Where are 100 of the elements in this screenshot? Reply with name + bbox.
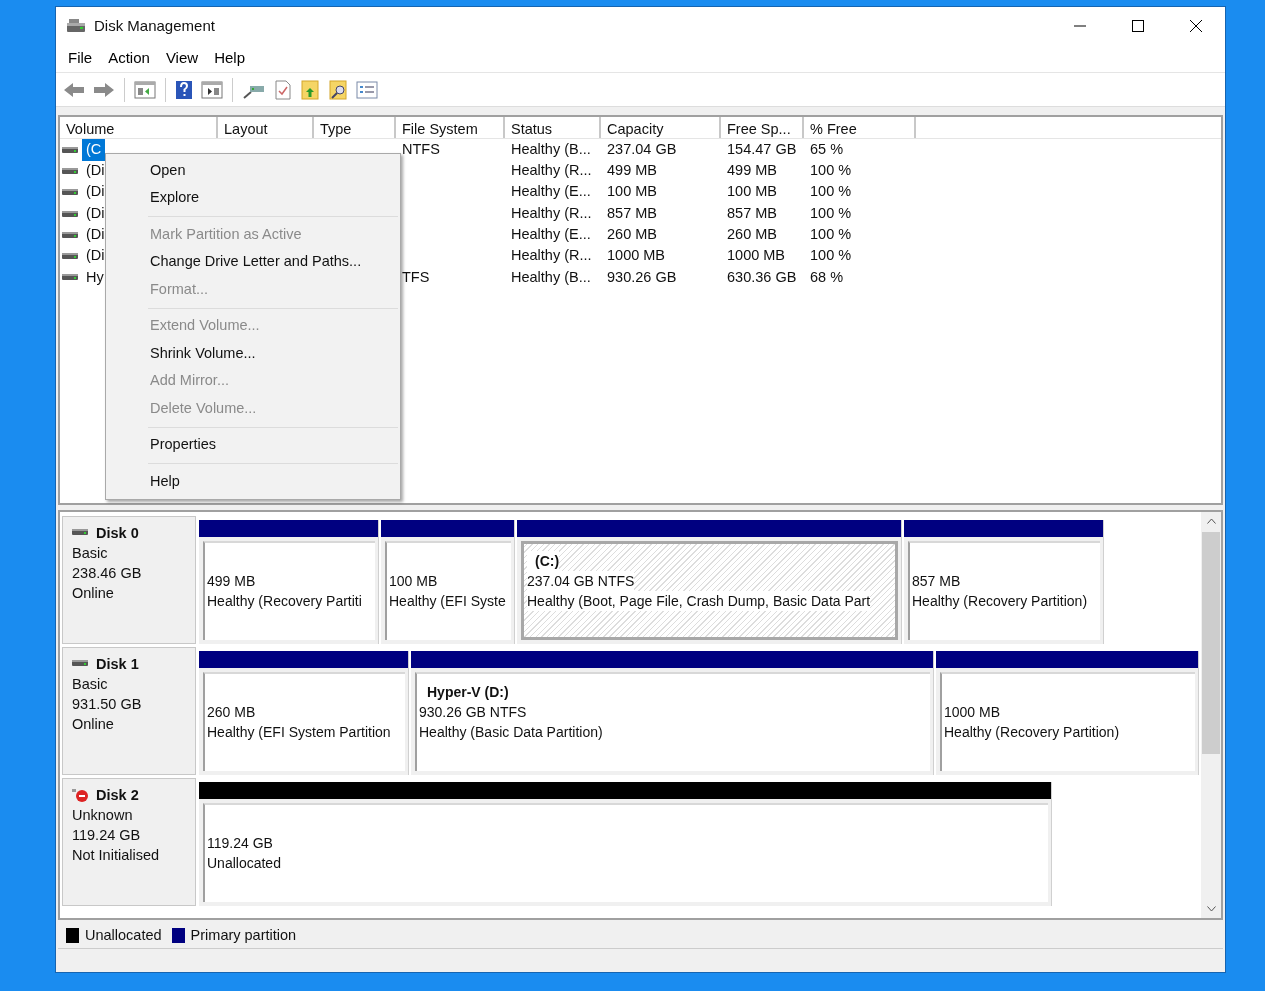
partition-block[interactable]: 100 MB Healthy (EFI Syste xyxy=(385,541,511,640)
disk-size: 119.24 GB xyxy=(72,826,142,845)
disk-size: 931.50 GB xyxy=(72,695,143,714)
table-cell-text: 100 % xyxy=(809,246,853,266)
legend-label: Unallocated xyxy=(85,925,162,945)
partition-status: Healthy (Recovery Partition) xyxy=(944,723,1121,742)
partition-size: 857 MB xyxy=(912,572,962,591)
table-cell-text: 499 MB xyxy=(726,161,778,181)
drive-entry[interactable]: (Di xyxy=(82,202,109,225)
partition-block[interactable]: 260 MB Healthy (EFI System Partition xyxy=(203,672,405,771)
table-cell-text: Healthy (B... xyxy=(510,267,592,287)
disk-name: Disk 1 xyxy=(96,655,139,674)
drive-entry[interactable]: (Di xyxy=(82,245,109,267)
partition-status: Healthy (Basic Data Partition) xyxy=(419,723,604,742)
drive-entry[interactable]: (Di xyxy=(82,160,109,182)
table-cell-text: 100 MB xyxy=(606,182,658,202)
menu-item[interactable]: Action xyxy=(100,45,158,72)
partition-block[interactable]: 119.24 GB Unallocated xyxy=(203,803,1048,902)
table-cell-text: 100 MB xyxy=(726,182,778,202)
table-cell-text: 237.04 GB xyxy=(606,139,678,159)
drive-entry[interactable]: (C xyxy=(82,138,106,161)
scroll-up-icon[interactable] xyxy=(1206,518,1216,524)
table-cell-text: 499 MB xyxy=(606,161,658,181)
column-header[interactable]: File System xyxy=(396,117,505,138)
partition-size: 119.24 GB xyxy=(207,834,274,853)
menu-item[interactable]: Explore xyxy=(108,184,398,212)
partition-status: Healthy (Recovery Partition) xyxy=(912,592,1089,611)
menu-item[interactable]: Open xyxy=(108,157,398,185)
column-header[interactable]: % Free xyxy=(804,117,916,138)
table-cell-text: 100 % xyxy=(809,161,853,181)
disk-error-icon xyxy=(72,787,90,803)
table-cell-text: Healthy (E... xyxy=(510,224,592,244)
partition-status: Healthy (EFI System Partition xyxy=(207,723,392,742)
partition-block[interactable]: 1000 MB Healthy (Recovery Partition) xyxy=(940,672,1195,771)
partition-label: (C:) xyxy=(527,551,560,571)
partition-size: 260 MB xyxy=(207,703,257,722)
partition-size: 237.04 GB NTFS xyxy=(527,571,635,591)
table-cell-text: 857 MB xyxy=(726,203,778,223)
table-cell-text: 930.26 GB xyxy=(606,267,678,287)
partition-status: Healthy (EFI Syste xyxy=(389,592,507,611)
table-cell-text: 100 % xyxy=(809,224,853,244)
partition-status: Healthy (Recovery Partiti xyxy=(207,592,363,611)
disk-status: Online xyxy=(72,715,115,734)
window-title: Disk Management xyxy=(94,15,215,36)
partition-status: Healthy (Boot, Page File, Crash Dump, Basic Data Part xyxy=(527,591,871,611)
column-header[interactable]: Type xyxy=(314,117,396,138)
close-icon[interactable] xyxy=(1190,20,1202,32)
partition-size: 1000 MB xyxy=(944,703,1002,722)
partition-block[interactable]: 499 MB Healthy (Recovery Partiti xyxy=(203,541,375,640)
table-cell-text: 65 % xyxy=(809,139,845,159)
table-cell-text: 1000 MB xyxy=(726,246,787,266)
drive-entry[interactable]: (Di xyxy=(82,223,109,246)
table-cell-text: 630.36 GB xyxy=(726,267,798,287)
table-cell-text: Healthy (B... xyxy=(510,139,592,159)
menu-item[interactable]: Change Drive Letter and Paths... xyxy=(108,248,398,276)
table-cell-text: 1000 MB xyxy=(606,246,667,266)
scrollbar-thumb[interactable] xyxy=(1202,532,1220,754)
partition-size: 499 MB xyxy=(207,572,257,591)
table-cell-text: TFS xyxy=(401,267,431,287)
menu-item[interactable]: Help xyxy=(108,468,398,496)
column-header[interactable]: Layout xyxy=(218,117,314,138)
partition-size: 930.26 GB NTFS xyxy=(419,703,528,722)
table-cell-text: 100 % xyxy=(809,182,853,202)
disk-size: 238.46 GB xyxy=(72,564,143,583)
disk-name: Disk 0 xyxy=(96,524,139,543)
disk-type: Unknown xyxy=(72,806,134,825)
column-header[interactable]: Capacity xyxy=(601,117,721,138)
partition-block[interactable]: (C:) 237.04 GB NTFS Healthy (Boot, Page File, Crash Dump, Basic Data Part xyxy=(521,541,898,640)
table-cell-text: Healthy (R... xyxy=(510,161,593,181)
disk-type: Basic xyxy=(72,675,109,694)
table-cell-text: 260 MB xyxy=(726,224,778,244)
partition-block[interactable]: Hyper-V (D:) 930.26 GB NTFS Healthy (Basic Data Partition) xyxy=(415,672,930,771)
table-cell-text: NTFS xyxy=(401,139,441,159)
drive-entry[interactable]: Hy xyxy=(82,266,108,289)
menu-item[interactable]: Shrink Volume... xyxy=(108,340,398,368)
table-cell-text: 68 % xyxy=(809,267,845,287)
menu-item[interactable]: Help xyxy=(206,45,253,72)
table-cell-text: 260 MB xyxy=(606,224,658,244)
maximize-icon[interactable] xyxy=(1132,20,1144,32)
menu-item[interactable]: File xyxy=(60,45,101,72)
column-header[interactable]: Status xyxy=(505,117,601,138)
menu-item[interactable]: Properties xyxy=(108,431,398,459)
disk-type: Basic xyxy=(72,544,109,563)
partition-block[interactable]: 857 MB Healthy (Recovery Partition) xyxy=(908,541,1100,640)
scroll-down-icon[interactable] xyxy=(1206,906,1216,912)
legend-label: Primary partition xyxy=(190,925,297,945)
partition-status: Unallocated xyxy=(207,854,282,873)
column-header[interactable]: Free Sp... xyxy=(721,117,804,138)
table-cell-text: 154.47 GB xyxy=(726,139,798,159)
table-cell-text: 857 MB xyxy=(606,203,658,223)
partition-label: Hyper-V (D:) xyxy=(426,683,510,702)
table-cell-text: 100 % xyxy=(809,203,853,223)
table-cell-text: Healthy (R... xyxy=(510,203,593,223)
menu-item[interactable]: View xyxy=(157,45,207,72)
partition-size: 100 MB xyxy=(389,572,439,591)
disk-name: Disk 2 xyxy=(96,786,139,805)
table-cell-text: Healthy (E... xyxy=(510,182,592,202)
table-cell-text: Healthy (R... xyxy=(510,246,593,266)
drive-entry[interactable]: (Di xyxy=(82,181,109,204)
disk-status: Online xyxy=(72,584,115,603)
